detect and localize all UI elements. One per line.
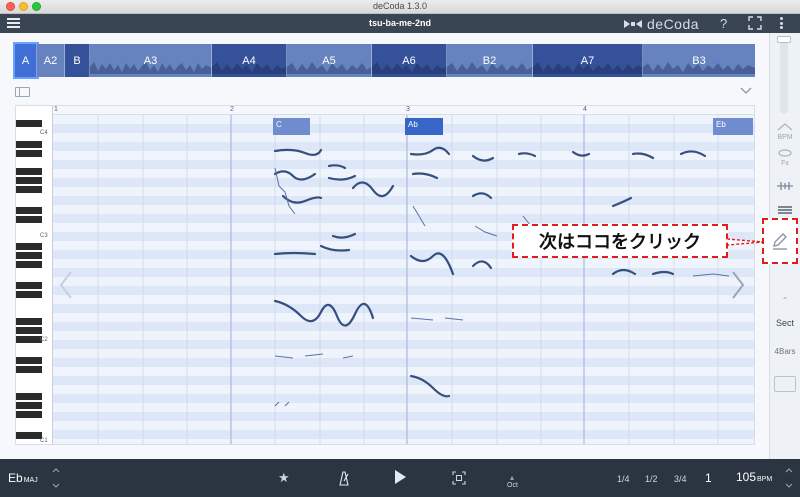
section-label: A2	[43, 54, 58, 67]
decoda-window: deCoda 1.3.0 tsu-ba-me-2nd deCoda ? A A2…	[0, 0, 800, 497]
fx-tool-icon[interactable]: Fx	[775, 148, 795, 167]
bar-ruler: 1 2 3 4	[53, 106, 754, 115]
play-icon[interactable]	[393, 469, 407, 485]
chevron-down-icon[interactable]	[740, 85, 752, 95]
chord-block-ab[interactable]: Ab	[405, 118, 443, 135]
bar-number: 2	[230, 106, 234, 113]
piano-keyboard: C4 C3 C2 C1	[16, 106, 53, 444]
transport-bar: EbMAJ ★ ▴ Oct 1/4 1/2 3/4 1 105BPM	[0, 459, 800, 497]
section-b2[interactable]: B2	[447, 44, 533, 77]
zoom-slider[interactable]	[777, 36, 791, 114]
quantize-half[interactable]: 1/2	[645, 474, 658, 484]
favorite-star-icon[interactable]: ★	[278, 470, 290, 486]
octave-label-c4: C4	[40, 130, 48, 136]
loop-region-icon[interactable]	[452, 471, 466, 485]
bar-number: 1	[54, 106, 58, 113]
section-label: A3	[143, 54, 158, 67]
sect-mode-label[interactable]: Sect	[771, 318, 799, 328]
key-selector[interactable]: EbMAJ	[8, 471, 38, 485]
octave-label-c1: C1	[40, 438, 48, 444]
chord-block-c[interactable]: C	[273, 118, 310, 135]
bpm-tool-label: BPM	[777, 134, 793, 141]
callout-pointer	[727, 238, 763, 246]
section-b3[interactable]: B3	[643, 44, 755, 77]
piano-roll[interactable]: C4 C3 C2 C1 1 2 3 4 C Ab Eb	[15, 105, 755, 445]
section-label: A6	[402, 54, 416, 67]
section-a5[interactable]: A5	[287, 44, 372, 77]
octave-label-c3: C3	[40, 233, 48, 239]
section-a6[interactable]: A6	[372, 44, 447, 77]
sidebar-toggle-icon[interactable]	[15, 87, 30, 97]
section-a2[interactable]: A2	[37, 44, 65, 77]
bar-number: 3	[406, 106, 410, 113]
octave-label[interactable]: Oct	[507, 482, 518, 489]
title-bar: deCoda 1.3.0	[0, 0, 800, 14]
octave-label-c2: C2	[40, 337, 48, 343]
list-tool-icon[interactable]	[777, 205, 793, 215]
tempo-unit: BPM	[757, 476, 773, 483]
fullscreen-icon[interactable]	[748, 16, 762, 30]
help-icon[interactable]: ?	[720, 16, 727, 31]
instruction-callout: 次はココをクリック	[512, 224, 728, 258]
section-label: B3	[692, 54, 706, 67]
section-a[interactable]: A	[13, 42, 39, 79]
section-b[interactable]: B	[65, 44, 90, 77]
section-label: A	[21, 54, 30, 67]
brand-logo: deCoda	[622, 15, 699, 32]
pencil-tool-button[interactable]	[762, 218, 798, 264]
section-label: A5	[322, 54, 336, 67]
tempo-display[interactable]: 105BPM	[736, 470, 772, 484]
bpm-tool-icon[interactable]: BPM	[775, 122, 795, 141]
zoom-slider-handle[interactable]	[777, 36, 791, 43]
section-a3[interactable]: A3	[90, 44, 212, 77]
quantize-three-quarter[interactable]: 3/4	[674, 474, 687, 484]
section-a4[interactable]: A4	[212, 44, 287, 77]
pencil-icon	[773, 233, 787, 250]
window-title: deCoda 1.3.0	[372, 1, 428, 11]
chord-block-eb[interactable]: Eb	[713, 118, 753, 135]
note-grid[interactable]	[53, 106, 755, 445]
tempo-stepper-icon[interactable]	[785, 467, 793, 489]
quantize-quarter[interactable]: 1/4	[617, 474, 630, 484]
key-stepper-icon[interactable]	[52, 467, 60, 489]
previous-page-arrow-icon[interactable]	[58, 270, 74, 300]
4bars-mode-label[interactable]: 4Bars	[771, 347, 799, 356]
key-name: Eb	[8, 471, 23, 485]
octave-up-icon[interactable]: ▴	[510, 473, 514, 482]
bar-counter: 1	[705, 471, 712, 485]
app-header: tsu-ba-me-2nd deCoda ?	[0, 14, 800, 33]
section-a7[interactable]: A7	[533, 44, 643, 77]
more-options-icon[interactable]	[780, 17, 784, 30]
section-strip: A A2 B A3 A4 A5 A6 B2 A7 B3	[13, 42, 755, 79]
section-label: A7	[580, 54, 595, 67]
fx-tool-label: Fx	[781, 160, 789, 167]
decoda-logo-icon	[624, 19, 642, 28]
metronome-icon[interactable]	[337, 469, 351, 487]
view-toggle-icon[interactable]	[774, 376, 796, 392]
collapse-indicator-icon: ⌃	[781, 296, 789, 305]
brand-name: deCoda	[647, 15, 700, 32]
section-label: B	[73, 54, 81, 67]
pitch-tool-icon[interactable]	[775, 180, 795, 192]
section-label: B2	[482, 54, 497, 67]
key-mode: MAJ	[23, 477, 38, 484]
bar-number: 4	[583, 106, 587, 113]
next-page-arrow-icon[interactable]	[730, 270, 746, 300]
section-label: A4	[242, 54, 256, 67]
tempo-value: 105	[736, 470, 757, 484]
